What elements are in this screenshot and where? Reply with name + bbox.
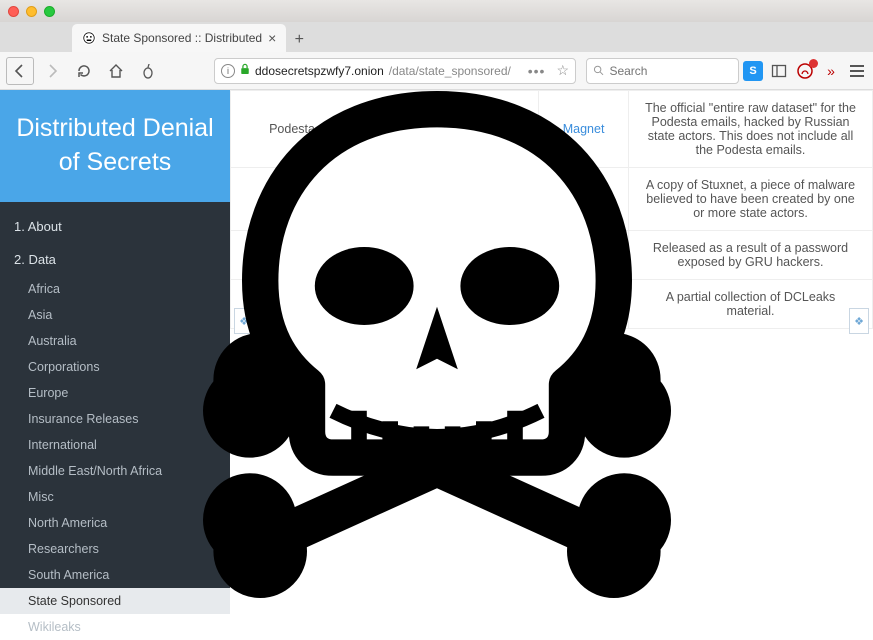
nav-sub-item[interactable]: Insurance Releases (0, 406, 230, 432)
tab-favicon (82, 31, 96, 45)
nav-sub-item[interactable]: Australia (0, 328, 230, 354)
nav-sub-item[interactable]: North America (0, 510, 230, 536)
row-link-cell: Magnet (539, 280, 629, 329)
back-button[interactable] (6, 57, 34, 85)
nav-sub-item[interactable]: State Sponsored (0, 588, 230, 614)
nav-sub-item[interactable]: Africa (0, 276, 230, 302)
nav-sub-item[interactable]: International (0, 432, 230, 458)
magnet-link[interactable]: Magnet (563, 192, 605, 206)
table-row: Stuxnet4.5 MB Magnet A copy of Stuxnet, a … (231, 168, 873, 231)
main-panel: Podesta emails individual5.5 GB Magnet The… (230, 90, 873, 603)
brand-line2: of Secrets (10, 146, 220, 180)
url-host: ddosecretspzwfy7.onion (255, 64, 384, 78)
window-close-button[interactable] (8, 6, 19, 17)
next-page-handle[interactable]: ❖ (849, 308, 869, 334)
row-size: 10.4 GB (449, 280, 539, 329)
row-description: A copy of Stuxnet, a piece of malware be… (629, 168, 873, 231)
menu-hamburger-icon[interactable] (847, 65, 867, 77)
search-box[interactable] (586, 58, 739, 84)
sidebar: Distributed Denial of Secrets 1. About 2… (0, 90, 230, 603)
row-name: Correspondents Brunch (231, 231, 449, 280)
row-description: The official "entire raw dataset" for th… (629, 91, 873, 168)
tab-title: State Sponsored :: Distributed (102, 31, 262, 45)
row-link-cell: Magnet (539, 168, 629, 231)
nav-about[interactable]: 1. About (0, 210, 230, 243)
table-row: DCLeaks10.4 GB Magnet A partial collection… (231, 280, 873, 329)
row-size: 2 GB (449, 231, 539, 280)
reload-button[interactable] (70, 57, 98, 85)
tor-onion-icon[interactable] (134, 57, 162, 85)
sidebar-toggle-icon[interactable] (769, 61, 789, 81)
row-name: DCLeaks (231, 280, 449, 329)
brand-line1: Distributed Denial (10, 112, 220, 146)
home-button[interactable] (102, 57, 130, 85)
row-size: 5.5 GB (449, 91, 539, 168)
row-link-cell: Magnet (539, 91, 629, 168)
nav-sub-item[interactable]: Wikileaks (0, 614, 230, 640)
window-minimize-button[interactable] (26, 6, 37, 17)
tab-close-icon[interactable]: × (268, 30, 276, 46)
row-description: A partial collection of DCLeaks material… (629, 280, 873, 329)
row-name: Podesta emails individual (231, 91, 449, 168)
nav-data[interactable]: 2. Data (0, 243, 230, 276)
prev-page-handle[interactable]: ❖ (234, 308, 254, 334)
browser-tab-active[interactable]: State Sponsored :: Distributed × (72, 24, 286, 52)
nav-sub-item[interactable]: Asia (0, 302, 230, 328)
magnet-link[interactable]: Magnet (563, 248, 605, 262)
row-link-cell: Magnet (539, 231, 629, 280)
toolbar-right: S » (743, 61, 867, 81)
lock-icon (240, 63, 250, 78)
browser-toolbar: i ddosecretspzwfy7.onion/data/state_spon… (0, 52, 873, 90)
url-path: /data/state_sponsored/ (389, 64, 511, 78)
nav-sub-item[interactable]: Middle East/North Africa (0, 458, 230, 484)
magnet-link[interactable]: Magnet (563, 122, 605, 136)
nav-sub-item[interactable]: Misc (0, 484, 230, 510)
nav-sub-item[interactable]: Europe (0, 380, 230, 406)
table-row: Podesta emails individual5.5 GB Magnet The… (231, 91, 873, 168)
window-titlebar (0, 0, 873, 22)
info-icon[interactable]: i (221, 64, 235, 78)
page-content: Distributed Denial of Secrets 1. About 2… (0, 90, 873, 603)
site-brand[interactable]: Distributed Denial of Secrets (0, 90, 230, 202)
row-name: Stuxnet (231, 168, 449, 231)
forward-button[interactable] (38, 57, 66, 85)
search-icon (593, 64, 604, 77)
row-description: Released as a result of a password expos… (629, 231, 873, 280)
window-maximize-button[interactable] (44, 6, 55, 17)
search-input[interactable] (609, 64, 732, 78)
sidebar-nav: 1. About 2. Data AfricaAsiaAustraliaCorp… (0, 202, 230, 640)
address-bar[interactable]: i ddosecretspzwfy7.onion/data/state_spon… (214, 58, 576, 84)
page-actions-icon[interactable]: ••• (528, 63, 546, 79)
overflow-icon[interactable]: » (821, 61, 841, 81)
row-size: 4.5 MB (449, 168, 539, 231)
new-tab-button[interactable]: + (286, 28, 312, 52)
nav-sub-item[interactable]: Corporations (0, 354, 230, 380)
extension-s-icon[interactable]: S (743, 61, 763, 81)
data-table: Podesta emails individual5.5 GB Magnet The… (230, 90, 873, 329)
nav-sub-item[interactable]: South America (0, 562, 230, 588)
magnet-link[interactable]: Magnet (563, 297, 605, 311)
browser-tabstrip: State Sponsored :: Distributed × + (0, 22, 873, 52)
table-row: Correspondents Brunch2 GB Magnet Released … (231, 231, 873, 280)
nav-sub-item[interactable]: Researchers (0, 536, 230, 562)
bookmark-star-icon[interactable]: ☆ (556, 62, 569, 79)
noscript-icon[interactable] (795, 61, 815, 81)
